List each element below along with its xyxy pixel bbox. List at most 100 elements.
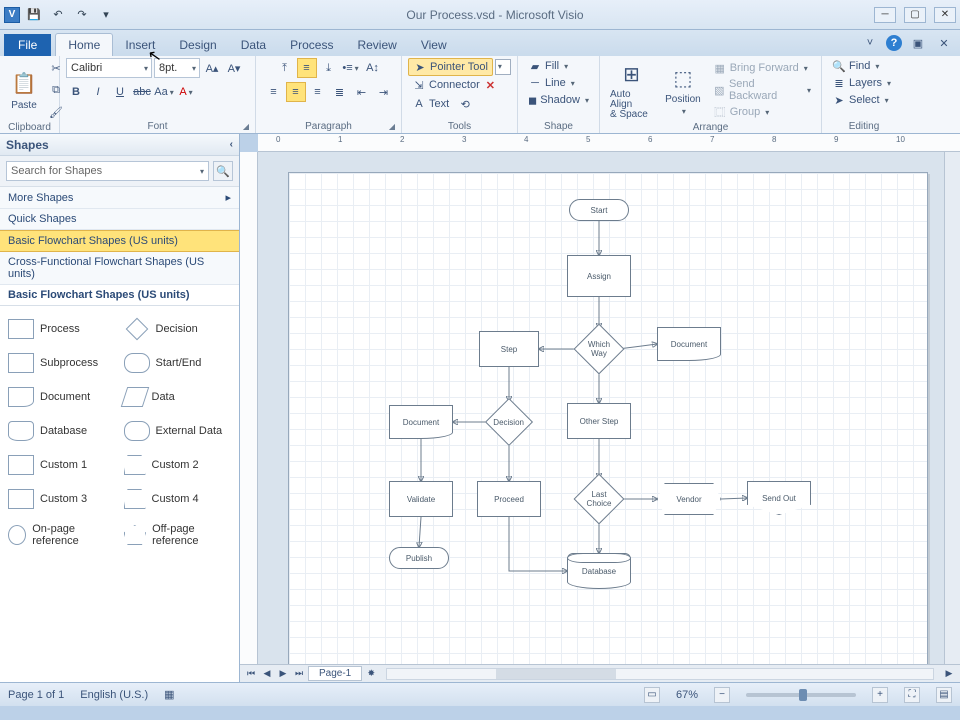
italic-button[interactable]: I	[88, 82, 108, 102]
prev-page-button[interactable]: ◀	[260, 667, 274, 681]
font-size-select[interactable]: 8pt.	[154, 58, 200, 78]
save-icon[interactable]: 💾	[24, 5, 44, 25]
select-button[interactable]: ➤Select	[828, 92, 900, 108]
tab-data[interactable]: Data	[229, 34, 278, 56]
fill-button[interactable]: ▰Fill	[524, 58, 593, 74]
node-db[interactable]: Database	[567, 553, 631, 589]
align-bottom-icon[interactable]: ⤓	[319, 58, 339, 78]
stencil-shape-off-page-reference[interactable]: Off-page reference	[120, 516, 236, 554]
bullets-icon[interactable]: •≡	[341, 58, 361, 78]
first-page-button[interactable]: ⏮	[244, 667, 258, 681]
bring-forward-button[interactable]: ▦Bring Forward	[709, 60, 815, 76]
vertical-scrollbar[interactable]	[944, 152, 960, 664]
tab-insert[interactable]: Insert	[113, 34, 167, 56]
tab-review[interactable]: Review	[345, 34, 408, 56]
paste-button[interactable]: 📋 Paste	[6, 68, 42, 113]
minimize-ribbon-icon[interactable]: ˅	[860, 33, 880, 53]
line-button[interactable]: ─Line	[524, 75, 593, 91]
stencil-shape-database[interactable]: Database	[4, 414, 120, 448]
stencil-shape-process[interactable]: Process	[4, 312, 120, 346]
node-assign[interactable]: Assign	[567, 255, 631, 297]
node-vendor[interactable]: Vendor	[657, 483, 721, 515]
shape-search-input[interactable]: Search for Shapes	[6, 161, 209, 181]
node-dec[interactable]: Decision	[485, 398, 533, 446]
next-page-button[interactable]: ▶	[276, 667, 290, 681]
stencil-shape-start-end[interactable]: Start/End	[120, 346, 236, 380]
text-tool-button[interactable]: AText	[408, 96, 453, 112]
node-publish[interactable]: Publish	[389, 547, 449, 569]
drawing-canvas[interactable]: StartAssignStepWhich WayDocumentDocument…	[258, 152, 944, 664]
node-start[interactable]: Start	[569, 199, 629, 221]
presentation-mode-icon[interactable]: ▭	[644, 687, 660, 703]
cross-functional-item[interactable]: Cross-Functional Flowchart Shapes (US un…	[0, 252, 239, 285]
node-step[interactable]: Step	[479, 331, 539, 367]
undo-icon[interactable]: ↶	[48, 5, 68, 25]
node-send[interactable]: Send Out	[747, 481, 811, 515]
rectangle-tool-button[interactable]	[495, 59, 511, 75]
basic-flowchart-item[interactable]: Basic Flowchart Shapes (US units)	[0, 230, 239, 252]
stencil-shape-custom-4[interactable]: Custom 4	[120, 482, 236, 516]
tab-design[interactable]: Design	[167, 34, 228, 56]
font-color-button[interactable]: A	[176, 82, 196, 102]
last-page-button[interactable]: ⏭	[292, 667, 306, 681]
justify-icon[interactable]: ≣	[330, 82, 350, 102]
drawing-page[interactable]: StartAssignStepWhich WayDocumentDocument…	[288, 172, 928, 664]
stencil-shape-data[interactable]: Data	[120, 380, 236, 414]
window-restore-icon[interactable]: ▣	[908, 33, 928, 53]
shrink-font-icon[interactable]: A▾	[224, 58, 244, 78]
maximize-button[interactable]: ▢	[904, 7, 926, 23]
zoom-slider[interactable]	[746, 693, 856, 697]
node-last[interactable]: Last Choice	[574, 474, 625, 525]
font-dialog-launcher[interactable]: ◢	[241, 122, 251, 132]
file-tab[interactable]: File	[4, 34, 51, 56]
qat-customize-icon[interactable]: ▾	[96, 5, 116, 25]
quick-shapes-item[interactable]: Quick Shapes	[0, 209, 239, 230]
text-block-tool-button[interactable]: ⟲	[455, 94, 475, 114]
tab-process[interactable]: Process	[278, 34, 345, 56]
page-tab-1[interactable]: Page-1	[308, 666, 362, 681]
send-backward-button[interactable]: ▧Send Backward	[709, 77, 815, 103]
scroll-right-button[interactable]: ▶	[942, 667, 956, 681]
stencil-shape-decision[interactable]: Decision	[120, 312, 236, 346]
case-button[interactable]: Aa	[154, 82, 174, 102]
horizontal-scrollbar[interactable]	[386, 668, 934, 680]
shapes-pane-collapse-icon[interactable]: ‹	[230, 139, 233, 150]
stencil-shape-external-data[interactable]: External Data	[120, 414, 236, 448]
stencil-shape-custom-1[interactable]: Custom 1	[4, 448, 120, 482]
underline-button[interactable]: U	[110, 82, 130, 102]
shadow-button[interactable]: ◼Shadow	[524, 92, 593, 108]
stencil-shape-on-page-reference[interactable]: On-page reference	[4, 516, 120, 554]
align-middle-icon[interactable]: ≡	[297, 58, 317, 78]
zoom-out-button[interactable]: −	[714, 687, 730, 703]
stencil-shape-custom-3[interactable]: Custom 3	[4, 482, 120, 516]
node-docl[interactable]: Document	[389, 405, 453, 439]
text-direction-icon[interactable]: A↕	[363, 58, 383, 78]
tab-view[interactable]: View	[409, 34, 459, 56]
connector-tool-button[interactable]: ⇲Connector	[408, 77, 484, 93]
shape-search-button[interactable]: 🔍	[213, 161, 233, 181]
switch-windows-icon[interactable]: ▤	[936, 687, 952, 703]
language-indicator[interactable]: English (U.S.)	[80, 689, 148, 701]
close-window-button[interactable]: ✕	[934, 7, 956, 23]
new-page-button[interactable]: ✸	[364, 667, 378, 681]
fit-window-button[interactable]: ⛶	[904, 687, 920, 703]
paragraph-dialog-launcher[interactable]: ◢	[387, 122, 397, 132]
node-docr[interactable]: Document	[657, 327, 721, 361]
connection-point-tool-button[interactable]: ✕	[486, 79, 495, 92]
minimize-button[interactable]: ─	[874, 7, 896, 23]
decrease-indent-icon[interactable]: ⇤	[352, 82, 372, 102]
align-top-icon[interactable]: ⤒	[275, 58, 295, 78]
align-right-icon[interactable]: ≡	[308, 82, 328, 102]
auto-align-button[interactable]: ⊞ Auto Align & Space	[606, 58, 657, 122]
zoom-in-button[interactable]: +	[872, 687, 888, 703]
pointer-tool-button[interactable]: ➤Pointer Tool	[408, 58, 493, 76]
layers-button[interactable]: ≣Layers	[828, 75, 900, 91]
strikethrough-button[interactable]: abc	[132, 82, 152, 102]
group-button[interactable]: ⿴Group	[709, 104, 815, 120]
find-button[interactable]: 🔍Find	[828, 58, 900, 74]
more-shapes-item[interactable]: More Shapes▸	[0, 187, 239, 209]
stencil-shape-subprocess[interactable]: Subprocess	[4, 346, 120, 380]
align-left-icon[interactable]: ≡	[264, 82, 284, 102]
window-close-icon[interactable]: ✕	[934, 33, 954, 53]
node-other[interactable]: Other Step	[567, 403, 631, 439]
